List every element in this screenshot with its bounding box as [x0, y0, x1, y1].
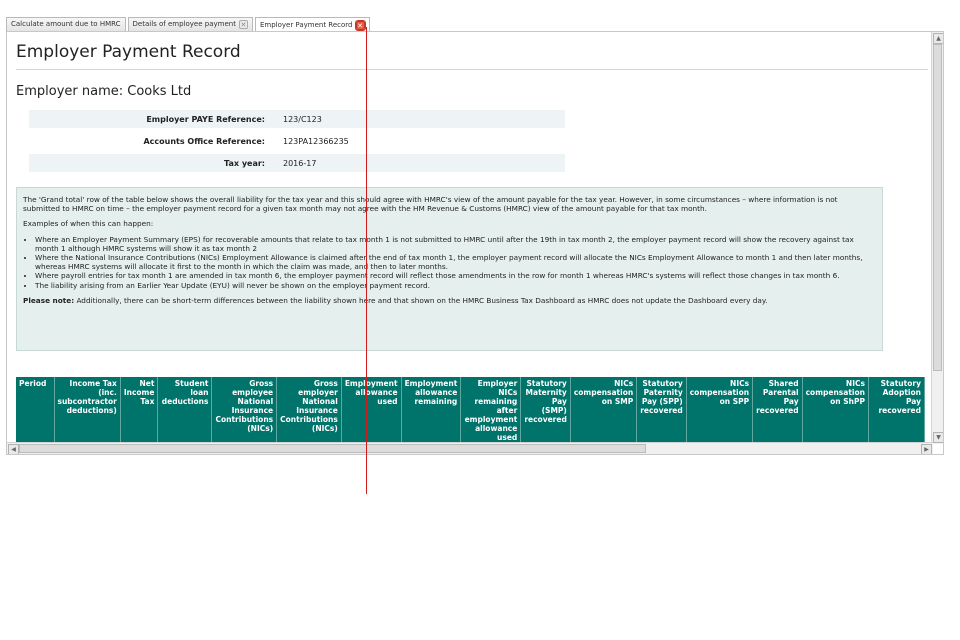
scroll-right-icon[interactable]: ▶ [921, 444, 932, 454]
close-icon[interactable]: ✕ [354, 19, 366, 31]
col-shpp-recovered: Shared Parental Pay recovered [752, 377, 803, 444]
tab-label: Employer Payment Record [259, 20, 353, 29]
information-notice: The 'Grand total' row of the table below… [16, 187, 883, 351]
list-item: The liability arising from an Earlier Ye… [35, 281, 876, 290]
payment-table-container: Period Income Tax (inc. subcontractor de… [16, 377, 933, 444]
col-student-loan: Student loan deductions [157, 377, 213, 444]
col-spp-recovered: Statutory Paternity Pay (SPP) recovered [636, 377, 687, 444]
col-sap-recovered: Statutory Adoption Pay recovered [868, 377, 925, 444]
notice-note: Please note: Additionally, there can be … [23, 296, 876, 305]
info-row-paye: Employer PAYE Reference: 123/C123 [29, 110, 565, 128]
col-employment-allowance-remaining: Employment allowance remaining [401, 377, 462, 444]
tab-label: Calculate amount due to HMRC [11, 20, 121, 28]
list-item: Where the National Insurance Contributio… [35, 253, 876, 271]
table-header-row: Period Income Tax (inc. subcontractor de… [16, 377, 925, 444]
horizontal-scroll-thumb[interactable] [19, 444, 646, 453]
title-divider [16, 69, 928, 70]
vertical-scroll-thumb[interactable] [933, 44, 942, 371]
col-net-income-tax: Net Income Tax [120, 377, 159, 444]
info-label: Tax year: [224, 158, 265, 168]
vertical-scrollbar[interactable]: ▲ ▼ [931, 32, 943, 444]
info-row-accounts-office: Accounts Office Reference: 123PA12366235 [29, 132, 565, 150]
info-label: Accounts Office Reference: [143, 136, 265, 146]
scroll-content: Employer Payment Record Employer name: C… [7, 32, 933, 444]
tab-employee-payment-details[interactable]: Details of employee payment ✕ [127, 17, 253, 31]
col-smp-recovered: Statutory Maternity Pay (SMP) recovered [520, 377, 571, 444]
payment-table: Period Income Tax (inc. subcontractor de… [16, 377, 925, 444]
col-gross-employee-nics: Gross employee National Insurance Contri… [211, 377, 278, 444]
col-period: Period [16, 377, 55, 444]
tab-calculate-amount[interactable]: Calculate amount due to HMRC [6, 17, 126, 31]
col-nics-compensation-shpp: NICs compensation on ShPP [802, 377, 869, 444]
notice-intro: The 'Grand total' row of the table below… [23, 195, 838, 214]
note-label: Please note: [23, 295, 75, 305]
info-value: 123/C123 [283, 114, 322, 124]
scroll-left-icon[interactable]: ◀ [8, 444, 19, 454]
page-title: Employer Payment Record [16, 42, 241, 62]
notice-examples-heading: Examples of when this can happen: [23, 219, 154, 229]
info-label: Employer PAYE Reference: [146, 114, 265, 124]
tab-label: Details of employee payment [132, 20, 236, 28]
horizontal-scrollbar[interactable]: ◀ ▶ [7, 442, 933, 454]
notice-examples-list: Where an Employer Payment Summary (EPS) … [23, 235, 876, 290]
info-row-tax-year: Tax year: 2016-17 [29, 154, 565, 172]
close-icon[interactable]: ✕ [238, 20, 248, 29]
col-gross-employer-nics: Gross employer National Insurance Contri… [276, 377, 342, 444]
list-item: Where payroll entries for tax month 1 ar… [35, 271, 876, 280]
tab-employer-payment-record[interactable]: Employer Payment Record ✕ [254, 17, 370, 32]
pointer-line [366, 27, 367, 494]
note-text: Additionally, there can be short-term di… [74, 295, 768, 305]
scroll-up-icon[interactable]: ▲ [933, 33, 943, 44]
list-item: Where an Employer Payment Summary (EPS) … [35, 235, 876, 253]
info-value: 123PA12366235 [283, 136, 349, 146]
scroll-down-icon[interactable]: ▼ [933, 432, 943, 443]
employer-info-table: Employer PAYE Reference: 123/C123 Accoun… [29, 110, 565, 176]
col-nics-compensation-spp: NICs compensation on SPP [686, 377, 754, 444]
col-employer-nics-remaining: Employer NICs remaining after employment… [460, 377, 522, 444]
col-income-tax: Income Tax (inc. subcontractor deduction… [54, 377, 121, 444]
tab-bar: Calculate amount due to HMRC Details of … [6, 17, 370, 32]
content-frame: Employer Payment Record Employer name: C… [6, 31, 944, 455]
info-value: 2016-17 [283, 158, 317, 168]
col-employment-allowance-used: Employment allowance used [341, 377, 402, 444]
employer-name: Employer name: Cooks Ltd [16, 84, 192, 99]
col-nics-compensation-smp: NICs compensation on SMP [570, 377, 638, 444]
